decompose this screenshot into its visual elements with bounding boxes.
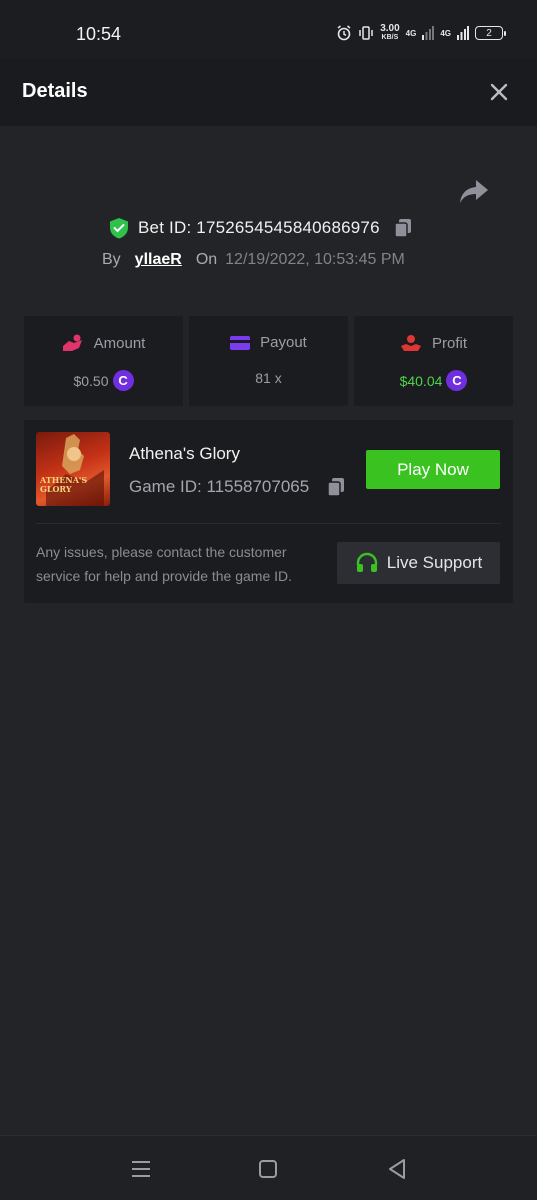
coin-icon: C (112, 370, 134, 391)
coin-icon: C (446, 370, 468, 391)
back-icon[interactable] (384, 1156, 410, 1182)
play-now-button[interactable]: Play Now (366, 450, 500, 489)
bet-datetime: 12/19/2022, 10:53:45 PM (225, 251, 405, 268)
helmet-figure-icon (46, 434, 104, 506)
menu-icon[interactable] (128, 1156, 154, 1182)
amount-card: Amount $0.50 C (24, 316, 183, 406)
close-icon[interactable] (487, 80, 511, 104)
amount-label: Amount (93, 334, 146, 352)
payout-label: Payout (260, 334, 307, 351)
amount-value: $0.50 (73, 372, 109, 389)
divider (36, 523, 501, 524)
payout-card: Payout 81 x (189, 316, 348, 406)
user-link[interactable]: yllaeR (135, 251, 182, 269)
share-icon[interactable] (458, 176, 490, 206)
header: Details (0, 58, 537, 126)
bet-id-row: Bet ID: 1752654545840686976 (108, 216, 414, 240)
profit-label: Profit (431, 334, 467, 352)
net-speed: 3.00 KB/S (380, 23, 400, 42)
copy-icon[interactable] (325, 476, 347, 498)
payout-value: 81 x (255, 370, 282, 386)
page-title: Details (22, 80, 88, 102)
headset-icon (356, 552, 377, 572)
by-label: By (102, 251, 121, 268)
live-support-label: Live Support (386, 553, 483, 572)
signal-1-label: 4G (405, 28, 417, 38)
status-time: 10:54 (76, 24, 122, 44)
profit-card: Profit $40.04 C (354, 316, 513, 406)
copy-icon[interactable] (392, 217, 414, 239)
game-logo-text: ATHENA'S GLORY (40, 475, 88, 494)
bet-id: Bet ID: 1752654545840686976 (138, 218, 380, 237)
shield-check-icon (110, 218, 128, 239)
signal-2-label: 4G (440, 28, 451, 38)
game-id-row: Game ID: 11558707065 (129, 476, 347, 498)
status-bar: 10:54 3.00 KB/S 4G 4G 2 (0, 0, 537, 58)
signal-icon (457, 26, 469, 40)
profit-value: $40.04 (399, 372, 443, 389)
help-text: Any issues, please contact the customer … (36, 544, 293, 584)
vibrate-icon (359, 26, 373, 40)
alarm-icon (337, 25, 351, 41)
game-id: Game ID: 11558707065 (129, 477, 310, 496)
hand-coins-icon (62, 334, 82, 351)
battery-icon: 2 (475, 26, 506, 40)
live-support-button[interactable]: Live Support (337, 542, 500, 584)
signal-icon (422, 26, 435, 40)
home-icon[interactable] (255, 1156, 281, 1182)
system-nav-bar (0, 1135, 537, 1200)
on-label: On (195, 251, 218, 268)
game-title: Athena's Glory (129, 444, 240, 463)
game-card: ATHENA'S GLORY Athena's Glory Game ID: 11… (24, 420, 513, 603)
card-icon (230, 335, 251, 350)
status-icons: 3.00 KB/S 4G 4G 2 (336, 23, 506, 42)
bet-meta: By yllaeR On 12/19/2022, 10:53:45 PM (102, 249, 405, 271)
game-thumbnail[interactable]: ATHENA'S GLORY (36, 432, 110, 506)
hand-give-icon (400, 335, 421, 351)
